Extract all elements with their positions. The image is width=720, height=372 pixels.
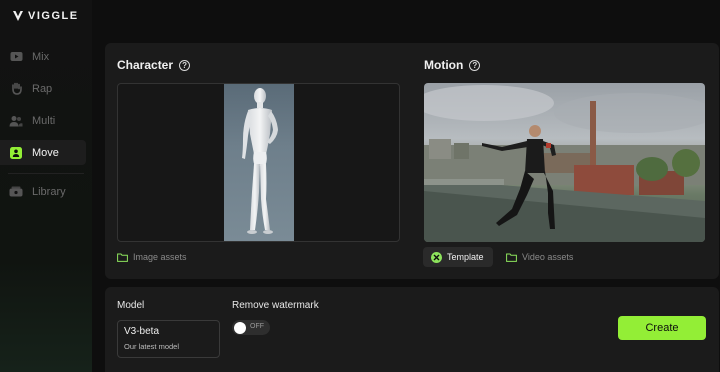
template-label: Template (447, 252, 484, 262)
motion-video-preview[interactable] (424, 83, 705, 242)
generation-panel: Character ? Image assets Motion ? Templa… (105, 43, 719, 279)
character-title-text: Character (117, 58, 174, 72)
sidebar-item-label: Mix (32, 50, 50, 63)
sidebar-divider (8, 173, 84, 174)
viggle-logo-icon (13, 11, 23, 21)
character-upload-box[interactable] (117, 83, 400, 242)
character-title: Character ? (117, 58, 191, 72)
hand-icon (9, 82, 23, 96)
template-button[interactable]: Template (423, 247, 493, 267)
library-icon (9, 185, 23, 199)
sidebar-item-label: Multi (32, 114, 56, 127)
create-button[interactable]: Create (618, 316, 706, 340)
sidebar-item-label: Rap (32, 82, 53, 95)
sidebar-item-multi[interactable]: Multi (0, 108, 86, 133)
model-label: Model (117, 300, 145, 311)
model-description: Our latest model (124, 342, 180, 351)
model-name: V3-beta (124, 326, 160, 337)
sidebar-item-library[interactable]: Library (0, 179, 86, 204)
toggle-state: OFF (250, 323, 264, 330)
sidebar-item-move[interactable]: Move (0, 140, 86, 165)
watermark-toggle[interactable]: OFF (232, 320, 270, 335)
image-assets-link[interactable]: Image assets (117, 252, 187, 262)
toggle-knob (234, 321, 246, 334)
video-assets-link[interactable]: Video assets (506, 252, 573, 262)
sidebar: VIGGLE Mix Rap Multi Move Library (0, 0, 92, 372)
sidebar-item-label: Move (32, 146, 59, 159)
watermark-label: Remove watermark (232, 300, 319, 311)
template-icon (431, 251, 442, 263)
multi-user-icon (9, 114, 23, 128)
sidebar-item-mix[interactable]: Mix (0, 44, 86, 69)
settings-bar: Model V3-beta Our latest model Remove wa… (105, 287, 719, 372)
video-icon (9, 50, 23, 64)
motion-title: Motion ? (424, 58, 481, 72)
motion-scene-image (424, 85, 705, 242)
app-logo[interactable]: VIGGLE (12, 8, 79, 24)
image-assets-label: Image assets (133, 252, 187, 262)
sidebar-item-label: Library (32, 185, 66, 198)
person-icon (9, 146, 23, 160)
logo-text: VIGGLE (28, 10, 79, 22)
help-icon[interactable]: ? (469, 59, 481, 71)
sidebar-item-rap[interactable]: Rap (0, 76, 86, 101)
character-image (224, 84, 294, 241)
model-selector[interactable]: V3-beta Our latest model (117, 320, 220, 358)
mannequin-figure-icon (242, 88, 278, 234)
folder-icon (117, 253, 128, 262)
motion-title-text: Motion (424, 58, 464, 72)
help-icon[interactable]: ? (179, 59, 191, 71)
video-assets-label: Video assets (522, 252, 574, 262)
folder-icon (506, 253, 517, 262)
